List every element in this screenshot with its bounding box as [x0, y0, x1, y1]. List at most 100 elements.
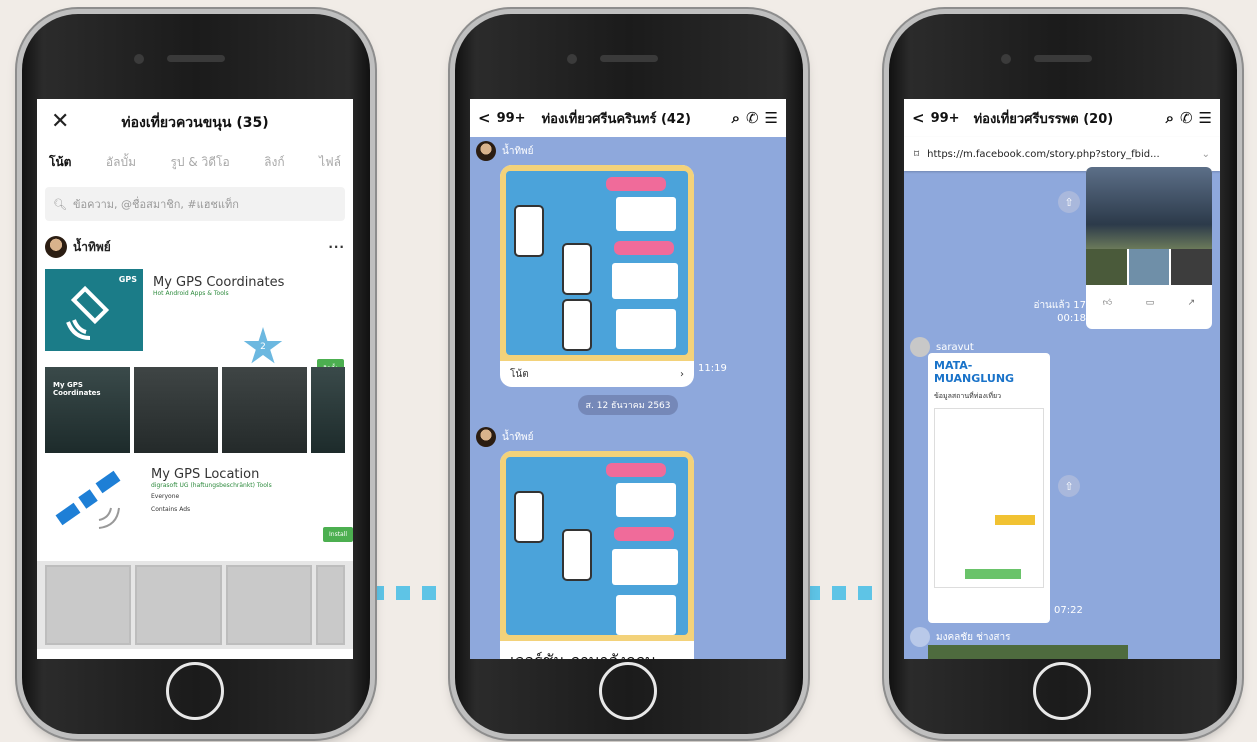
message-time: 00:18	[1057, 313, 1086, 324]
tab-files[interactable]: ไฟล์	[319, 153, 341, 172]
note-label: โน้ต	[510, 368, 529, 380]
page-title: ท่องเที่ยวควนขนุน (35)	[121, 115, 269, 131]
install-button[interactable]: Install	[323, 527, 353, 542]
sender-row: น้ำทิพย์	[470, 423, 786, 451]
chat-title: ท่องเที่ยวศรีนครินทร์ (42)	[541, 111, 691, 127]
read-count: อ่านแล้ว 17	[1033, 300, 1086, 311]
comment-icon[interactable]: ▭	[1146, 298, 1155, 308]
phone-icon[interactable]: ✆	[1180, 109, 1193, 127]
app-screenshot	[311, 367, 345, 453]
message-time: 07:22	[1054, 605, 1083, 616]
sender-row: น้ำทิพย์	[470, 137, 786, 165]
search-icon[interactable]: ⌕	[1166, 109, 1174, 127]
post-actions: 👍︎ ▭ ↗	[1086, 285, 1212, 321]
avatar[interactable]	[45, 236, 67, 258]
like-icon[interactable]: 👍︎	[1103, 298, 1112, 308]
app-card-1[interactable]: GPS My GPS Coordinates Hot Android Apps …	[37, 263, 353, 363]
app-screenshot	[225, 565, 313, 645]
message-time: 11:19	[698, 363, 727, 374]
chat-header: < 99+ ท่องเที่ยวศรีบรรพต (20) ⌕ ✆ ☰	[904, 99, 1220, 137]
sender-name: น้ำทิพย์	[502, 145, 534, 157]
avatar[interactable]	[476, 141, 496, 161]
home-button[interactable]	[1033, 662, 1091, 720]
screen-chat: < 99+ ท่องเที่ยวศรีบรรพต (20) ⌕ ✆ ☰ ⌑ ht…	[904, 99, 1220, 659]
back-icon[interactable]: <	[912, 109, 925, 127]
phone-icon[interactable]: ✆	[746, 109, 759, 127]
note-bubble[interactable]: เวอร์ชัน ภาษาอังกฤษ	[500, 451, 694, 659]
share-icon[interactable]: ↗	[1188, 298, 1196, 308]
more-icon[interactable]: ···	[328, 240, 345, 254]
screenshot-image[interactable]: MATA-MUANGLUNG ข้อมูลสถานที่ท่องเที่ยว	[928, 353, 1050, 623]
photo-grid	[1086, 249, 1212, 285]
speaker	[167, 55, 225, 62]
note-footer: โน้ต ›	[500, 361, 694, 387]
read-receipt: อ่านแล้ว 17 00:18	[1033, 299, 1086, 325]
camera	[134, 54, 144, 64]
app-screenshot: My GPS Coordinates	[45, 367, 130, 453]
close-icon[interactable]: ✕	[51, 109, 69, 134]
app-developer: Hot Android Apps & Tools	[153, 290, 229, 297]
app-name: My GPS Location	[151, 467, 260, 482]
link-icon: ⌑	[914, 148, 920, 160]
tab-bar: โน้ต อัลบั้ม รูป & วิดีโอ ลิงก์ ไฟล์	[37, 147, 353, 177]
home-button[interactable]	[599, 662, 657, 720]
unread-count[interactable]: 99+	[931, 111, 960, 126]
unread-count[interactable]: 99+	[497, 111, 526, 126]
phone-3: < 99+ ท่องเที่ยวศรีบรรพต (20) ⌕ ✆ ☰ ⌑ ht…	[889, 14, 1237, 734]
tab-notes[interactable]: โน้ต	[49, 153, 71, 172]
search-icon[interactable]: ⌕	[732, 109, 740, 127]
screenshot-strip-2	[37, 561, 353, 649]
content-rating: Everyone	[151, 493, 180, 500]
avatar[interactable]	[476, 427, 496, 447]
tab-albums[interactable]: อัลบั้ม	[106, 153, 136, 172]
note-title: เวอร์ชัน ภาษาอังกฤษ	[500, 641, 694, 659]
menu-icon[interactable]: ☰	[1199, 109, 1212, 127]
sender-name: น้ำทิพย์	[502, 431, 534, 443]
post-header: น้ำทิพย์ ···	[37, 231, 353, 263]
search-placeholder: ข้อความ, @ชื่อสมาชิก, #แฮชแท็ก	[72, 198, 239, 211]
facebook-post-preview[interactable]: 👍︎ ▭ ↗	[1086, 167, 1212, 329]
infographic-image	[500, 451, 694, 641]
date-separator: ส. 12 ธันวาคม 2563	[578, 395, 678, 415]
brand-title: MATA-MUANGLUNG	[934, 359, 1015, 385]
brand-subtitle: ข้อมูลสถานที่ท่องเที่ยว	[934, 392, 1002, 400]
chat-title: ท่องเที่ยวศรีบรรพต (20)	[973, 111, 1114, 127]
app-screenshot	[316, 565, 345, 645]
satellite-icon: GPS	[45, 269, 143, 351]
avatar[interactable]	[910, 337, 930, 357]
poster-name: น้ำทิพย์	[73, 239, 111, 254]
app-screenshot	[133, 367, 219, 453]
chevron-right-icon: ›	[680, 368, 684, 380]
screen-chat: < 99+ ท่องเที่ยวศรีนครินทร์ (42) ⌕ ✆ ☰ น…	[470, 99, 786, 659]
screenshot-label: My GPS Coordinates	[53, 381, 101, 397]
chevron-down-icon[interactable]: ⌄	[1202, 149, 1210, 160]
share-icon[interactable]: ⇧	[1058, 475, 1080, 497]
search-input[interactable]: 🔍︎ ข้อความ, @ชื่อสมาชิก, #แฮชแท็ก	[45, 187, 345, 221]
app-screenshot	[222, 367, 308, 453]
header: ✕ ท่องเที่ยวควนขนุน (35)	[37, 99, 353, 147]
tab-links[interactable]: ลิงก์	[264, 153, 284, 172]
form-preview	[934, 408, 1044, 588]
share-icon[interactable]: ⇧	[1058, 191, 1080, 213]
phone-2: < 99+ ท่องเที่ยวศรีนครินทร์ (42) ⌕ ✆ ☰ น…	[455, 14, 803, 734]
link-preview-bar[interactable]: ⌑ https://m.facebook.com/story.php?story…	[904, 137, 1220, 171]
photo-thumbnail[interactable]	[928, 645, 1128, 659]
note-bubble[interactable]: โน้ต ›	[500, 165, 694, 387]
infographic-image	[500, 165, 694, 361]
avatar[interactable]	[910, 627, 930, 647]
camera	[1001, 54, 1011, 64]
group-photo	[1086, 167, 1212, 249]
app-screenshot	[45, 565, 132, 645]
speaker	[600, 55, 658, 62]
screen-notes: ✕ ท่องเที่ยวควนขนุน (35) โน้ต อัลบั้ม รู…	[37, 99, 353, 659]
phone-1: ✕ ท่องเที่ยวควนขนุน (35) โน้ต อัลบั้ม รู…	[22, 14, 370, 734]
home-button[interactable]	[166, 662, 224, 720]
back-icon[interactable]: <	[478, 109, 491, 127]
app-card-2[interactable]: My GPS Location digrasoft UG (haftungsbe…	[37, 457, 353, 561]
ads-label: Contains Ads	[151, 506, 191, 513]
menu-icon[interactable]: ☰	[765, 109, 778, 127]
link-url: https://m.facebook.com/story.php?story_f…	[927, 148, 1160, 160]
speaker	[1034, 55, 1092, 62]
tab-media[interactable]: รูป & วิดีโอ	[170, 153, 229, 172]
search-icon: 🔍︎	[53, 197, 67, 211]
